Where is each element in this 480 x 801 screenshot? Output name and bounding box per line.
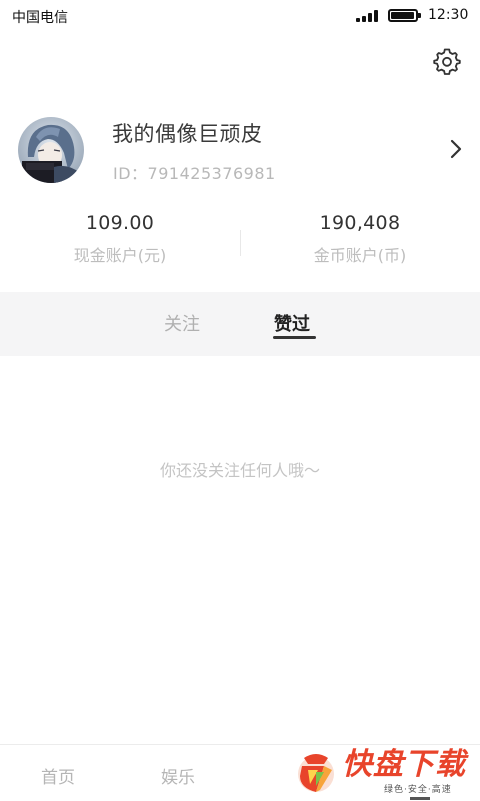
- coin-account-value: 190,408: [319, 212, 401, 234]
- carrier-name: 中国电信: [12, 10, 68, 26]
- settings-gear-icon[interactable]: [432, 46, 462, 76]
- active-tab-indicator: [273, 336, 316, 339]
- status-bar: 中国电信 12:30: [0, 0, 480, 32]
- watermark: 快盘下载 绿色·安全·高速: [290, 744, 478, 800]
- cash-account-label: 现金账户(元): [73, 246, 167, 265]
- coin-account-label: 金币账户(币): [313, 246, 407, 265]
- watermark-logo-icon: [294, 748, 338, 794]
- cash-account-value: 109.00: [85, 212, 155, 234]
- accounts-summary: 109.00 现金账户(元) 190,408 金币账户(币): [0, 212, 480, 274]
- watermark-subtitle: 绿色·安全·高速: [384, 785, 452, 795]
- tab-liked[interactable]: 赞过: [274, 310, 310, 336]
- status-time: 12:30: [428, 7, 469, 23]
- empty-state-message: 你还没关注任何人哦～: [159, 461, 320, 480]
- profile-user-id: ID：791425376981: [113, 164, 276, 183]
- watermark-title: 快盘下载: [342, 747, 466, 782]
- profile-row[interactable]: 我的偶像巨顽皮 ID：791425376981: [0, 110, 480, 190]
- coin-account[interactable]: 190,408 金币账户(币): [240, 212, 480, 266]
- tab-following[interactable]: 关注: [164, 310, 200, 336]
- battery-icon: [388, 9, 421, 22]
- chevron-right-icon[interactable]: [446, 137, 466, 161]
- nav-item-home[interactable]: 首页: [41, 763, 75, 788]
- battery-fill: [391, 12, 414, 19]
- nav-item-entertainment[interactable]: 娱乐: [161, 763, 195, 788]
- cash-account[interactable]: 109.00 现金账户(元): [0, 212, 240, 266]
- tab-bar: 关注 赞过: [0, 292, 480, 356]
- avatar[interactable]: [18, 117, 84, 183]
- signal-icon: [356, 10, 382, 22]
- profile-nickname: 我的偶像巨顽皮: [112, 122, 263, 146]
